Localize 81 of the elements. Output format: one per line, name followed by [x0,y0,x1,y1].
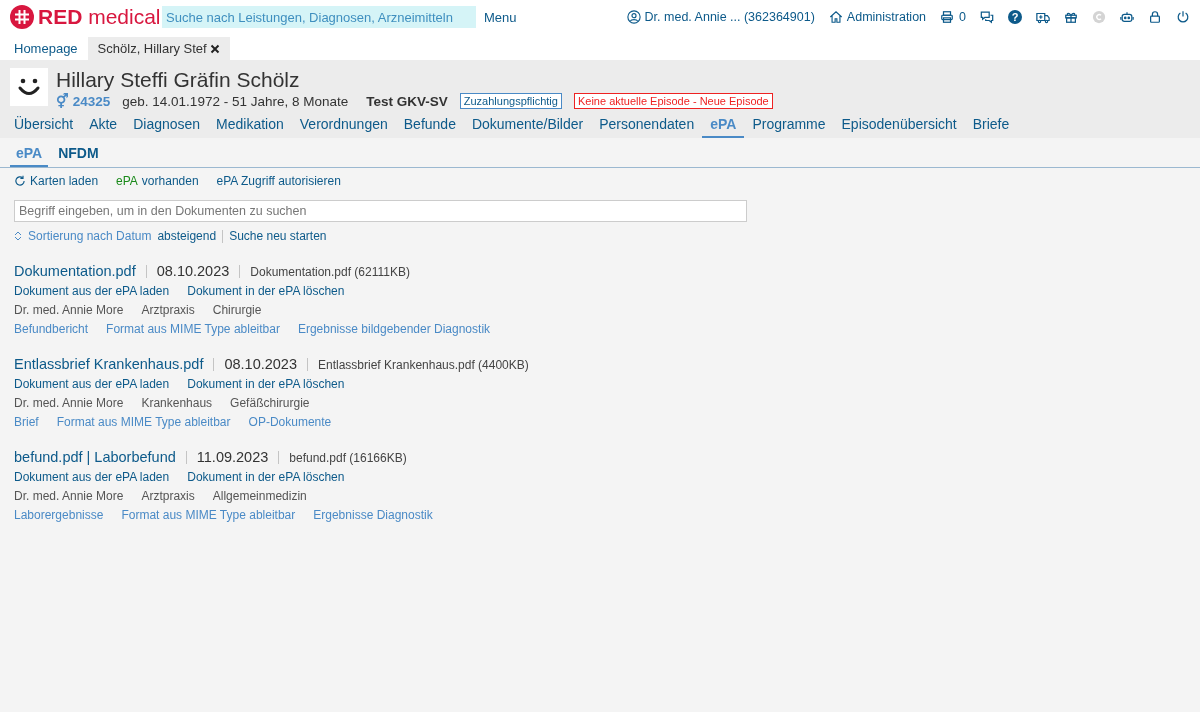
document-meta: Chirurgie [212,303,262,317]
nav-tab[interactable]: Briefe [964,113,1018,138]
nav-tab[interactable]: Programme [744,113,834,138]
file-info: Entlassbrief Krankenhaus.pdf (4400KB) [318,358,529,372]
document-tag-link[interactable]: Format aus MIME Type ableitbar [56,415,231,429]
global-search-field[interactable]: Suche nach Leistungen, Diagnosen, Arzneimitteln [162,6,476,28]
close-icon[interactable] [209,43,220,54]
nav-tab[interactable]: Befunde [395,113,464,138]
document-tag-link[interactable]: Befundbericht [14,322,89,336]
document-date: 08.10.2023 [224,356,297,372]
document-meta: Gefäßchirurgie [230,396,310,410]
nav-tab[interactable]: Verordnungen [291,113,396,138]
nav-tab[interactable]: Akte [81,113,126,138]
document-meta: Dr. med. Annie More [14,489,124,503]
nav-tab[interactable]: Diagnosen [125,113,209,138]
document-action-link[interactable]: Dokument aus der ePA laden [14,470,170,484]
user-icon [626,10,641,24]
document-action-link[interactable]: Dokument in der ePA löschen [187,470,345,484]
document-search-field[interactable]: Begriff eingeben, um in den Dokumenten zu suchen [14,200,747,222]
document-date: 08.10.2023 [156,263,230,279]
logo-icon [10,5,34,29]
document-tag-link[interactable]: Brief [14,415,39,429]
document-meta: Arztpraxis [141,489,195,503]
document-action-link[interactable]: Dokument aus der ePA laden [14,284,170,298]
authorize-link[interactable]: ePA Zugriff autorisieren [216,174,341,188]
nav-tab[interactable]: Episodenübersicht [833,113,965,138]
administration-link[interactable]: Administration [846,10,927,24]
document-title-link[interactable]: Entlassbrief Krankenhaus.pdf [14,356,204,372]
document-action-link[interactable]: Dokument in der ePA löschen [187,377,345,391]
episode-badge[interactable]: Keine aktuelle Episode - Neue Episode [573,93,773,109]
document-date: 11.09.2023 [196,449,269,465]
nav-tab[interactable]: Übersicht [10,113,82,138]
document-title-link[interactable]: befund.pdf | Laborbefund [14,449,176,465]
sub-tab[interactable]: NFDM [52,143,105,167]
open-tab[interactable]: Schölz, Hillary Stef [87,37,230,60]
nav-tab[interactable]: Personendaten [591,113,703,138]
patient-name: Hillary Steffi Gräfin Schölz [56,68,301,92]
help-button[interactable]: ? [1008,10,1022,24]
sort-link[interactable]: Sortierung nach Datum [28,229,152,243]
copayment-badge[interactable]: Zuzahlungspflichtig [459,93,562,109]
avatar-smiley-icon [10,68,48,106]
document-meta: Krankenhaus [141,396,213,410]
document-title-link[interactable]: Dokumentation.pdf [14,263,136,279]
document-tag-link[interactable]: Ergebnisse bildgebender Diagnostik [297,322,491,336]
load-cards-link[interactable]: Karten laden [30,174,99,188]
epa-status-text: vorhanden [141,174,199,188]
refresh-icon [14,175,26,187]
power-button[interactable] [1176,10,1190,24]
sort-icon [14,231,22,241]
brand-logo: RED medical [38,5,161,29]
robot-button[interactable] [1120,10,1134,24]
document-tag-link[interactable]: Ergebnisse Diagnostik [313,508,433,522]
insurance-name: Test GKV-SV [366,93,448,109]
birth-date: geb. 14.01.1972 - 51 Jahre, 8 Monate [122,93,349,109]
document-action-link[interactable]: Dokument aus der ePA laden [14,377,170,391]
document-meta: Dr. med. Annie More [14,396,124,410]
document-meta: Arztpraxis [141,303,195,317]
lock-button[interactable] [1148,10,1162,24]
document-action-link[interactable]: Dokument in der ePA löschen [187,284,345,298]
menu-link[interactable]: Menu [484,9,517,25]
open-tab[interactable]: Homepage [4,37,88,60]
ambulance-button[interactable] [1036,10,1050,24]
document-tag-link[interactable]: Format aus MIME Type ableitbar [121,508,296,522]
sub-tab[interactable]: ePA [10,143,49,167]
file-info: Dokumentation.pdf (62111KB) [250,265,410,279]
restart-search-link[interactable]: Suche neu starten [229,229,327,243]
sort-order-link[interactable]: absteigend [157,229,217,243]
nav-tab[interactable]: Dokumente/Bilder [463,113,592,138]
home-icon [828,10,843,24]
file-info: befund.pdf (16166KB) [289,451,407,465]
epa-status-label: ePA [116,174,138,188]
chat-button[interactable] [980,10,994,24]
document-tag-link[interactable]: OP-Dokumente [248,415,332,429]
document-tag-link[interactable]: Laborergebnisse [14,508,104,522]
gift-button[interactable] [1064,10,1078,24]
document-tag-link[interactable]: Format aus MIME Type ableitbar [106,322,280,336]
document-meta: Dr. med. Annie More [14,303,124,317]
user-link[interactable]: Dr. med. Annie ... (362364901) [644,10,815,24]
nav-tab[interactable]: Medikation [208,113,292,138]
document-meta: Allgemeinmedizin [212,489,307,503]
printer-button[interactable]: 0 [940,10,966,24]
